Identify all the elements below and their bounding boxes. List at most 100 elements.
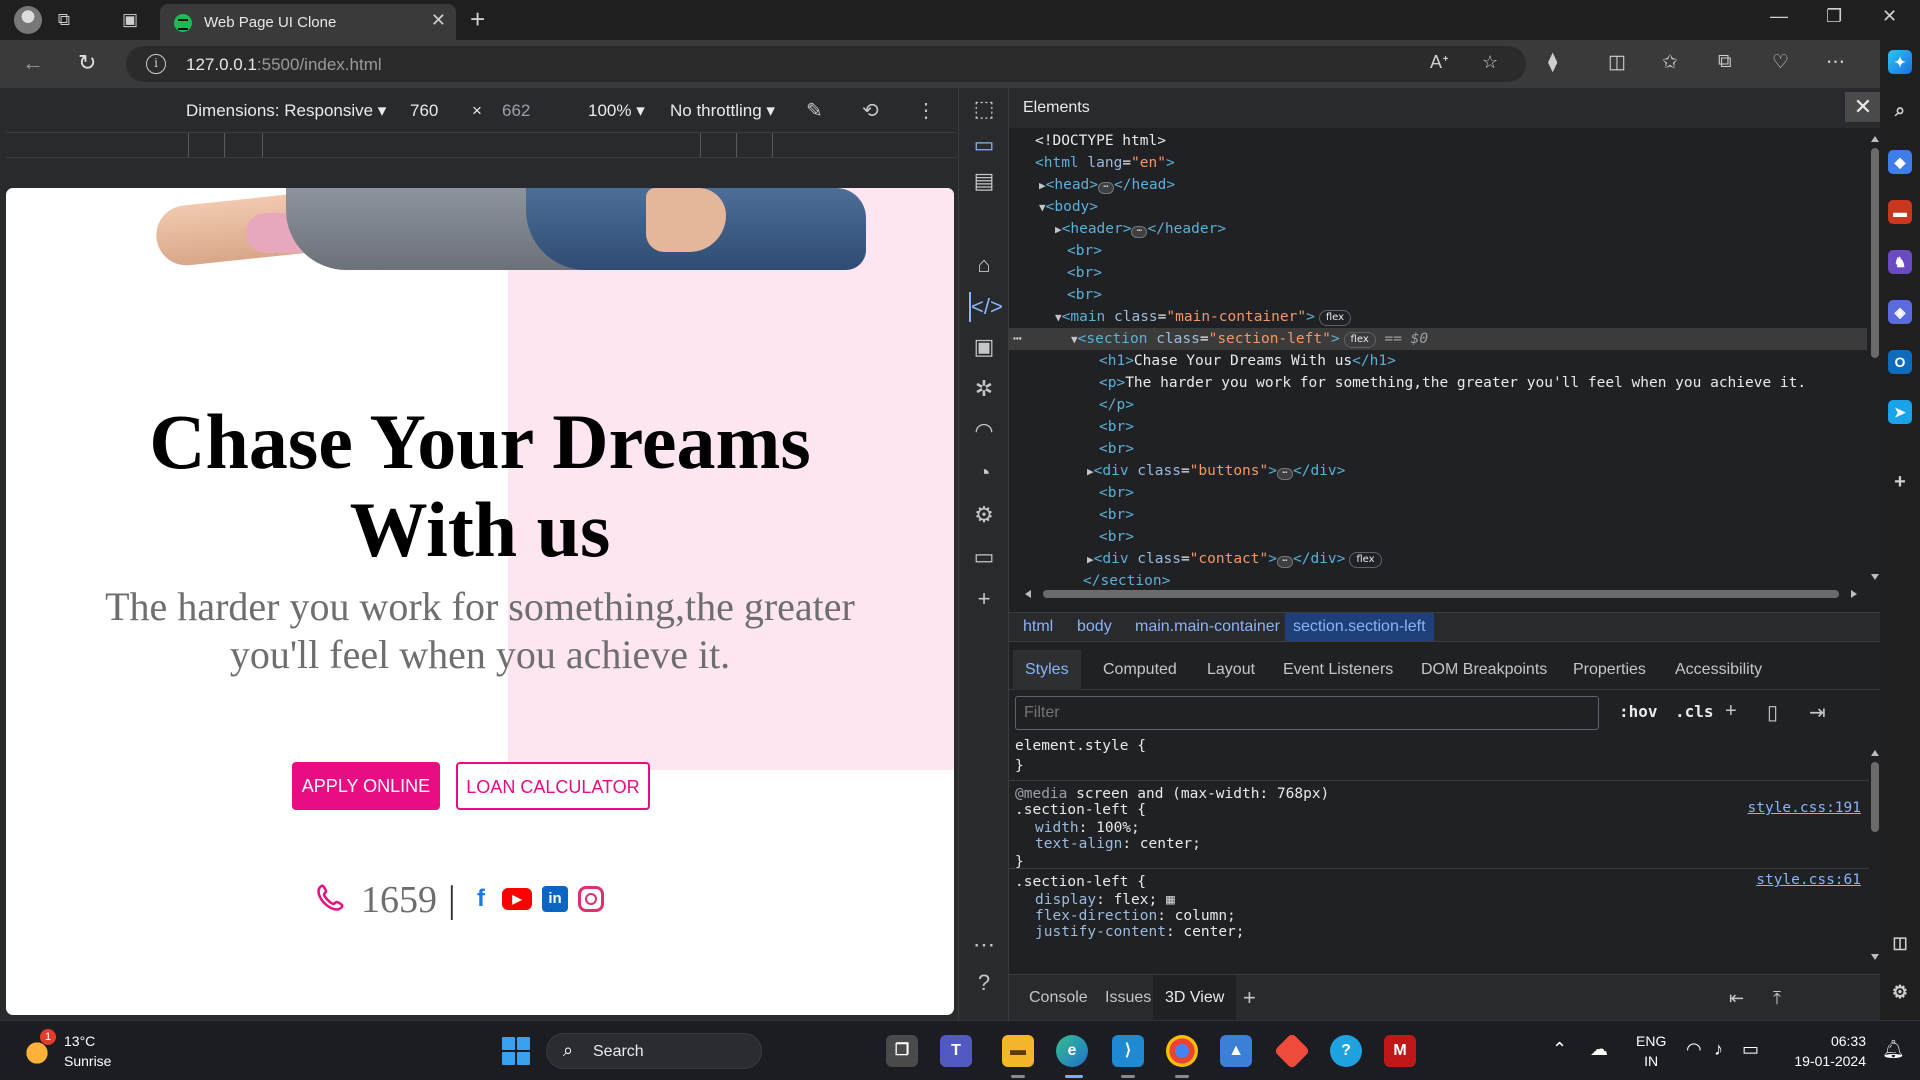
- window-close-button[interactable]: ✕: [1882, 6, 1897, 27]
- zoom-dropdown[interactable]: 100% ▾: [588, 101, 645, 121]
- rotate-icon[interactable]: ⟲: [862, 98, 879, 123]
- battery-icon[interactable]: ▭: [1742, 1039, 1759, 1060]
- chrome-icon[interactable]: [1166, 1035, 1198, 1067]
- dom-line[interactable]: ▶<div class="buttons"> ⋯ </div>: [1087, 460, 1345, 482]
- sources-bug-icon[interactable]: ✲: [969, 374, 999, 404]
- browser-tab-active[interactable]: Web Page UI Clone ✕: [160, 4, 456, 40]
- performance-gauge-icon[interactable]: ◔: [969, 458, 999, 488]
- tab-actions-icon[interactable]: ▣: [118, 8, 142, 32]
- instagram-icon[interactable]: [578, 886, 604, 912]
- dom-line[interactable]: ▼<body>: [1039, 196, 1098, 218]
- network-wifi-icon[interactable]: ◠: [969, 416, 999, 446]
- drawer-add-tab-icon[interactable]: +: [1231, 975, 1268, 1021]
- dom-line[interactable]: </section>: [1083, 570, 1170, 586]
- facebook-icon[interactable]: f: [468, 886, 494, 912]
- tab-dom-breakpoints[interactable]: DOM Breakpoints: [1409, 650, 1559, 690]
- quick-view-icon[interactable]: ⇤: [1717, 975, 1756, 1021]
- toggle-sidebar-icon[interactable]: ⇥: [1809, 700, 1826, 725]
- volume-icon[interactable]: ♪: [1714, 1039, 1723, 1060]
- microsoft365-icon[interactable]: ◈: [1888, 300, 1912, 324]
- wifi-icon[interactable]: ◠: [1686, 1039, 1702, 1060]
- dom-line[interactable]: </p>: [1099, 394, 1134, 416]
- reload-button[interactable]: ↻: [78, 50, 96, 76]
- dom-line[interactable]: <p>The harder you work for something,the…: [1099, 372, 1806, 394]
- phone-icon[interactable]: [316, 882, 346, 912]
- sidebar-settings-icon[interactable]: ⚙: [1888, 980, 1912, 1004]
- tab-event-listeners[interactable]: Event Listeners: [1271, 650, 1405, 690]
- memory-chip-icon[interactable]: ⚙: [969, 500, 999, 530]
- css-selector[interactable]: .section-left {: [1015, 872, 1146, 892]
- throttling-dropdown[interactable]: No throttling ▾: [670, 101, 775, 121]
- tab-layout[interactable]: Layout: [1195, 650, 1267, 690]
- dom-line[interactable]: <br>: [1067, 284, 1102, 306]
- dom-tree[interactable]: <!DOCTYPE html> <html lang="en"> ▶<head>…: [1009, 128, 1867, 586]
- split-screen-icon[interactable]: ◫: [1608, 51, 1626, 74]
- dock-drawer-icon[interactable]: ⤒: [1761, 975, 1793, 1021]
- dom-line[interactable]: ▼<main class="main-container"> flex: [1055, 306, 1352, 328]
- device-more-icon[interactable]: ⋮: [916, 98, 936, 123]
- read-aloud-icon[interactable]: Aᐩ: [1430, 52, 1449, 73]
- css-selector[interactable]: element.style {: [1015, 736, 1146, 756]
- onedrive-icon[interactable]: ☁: [1590, 1039, 1608, 1060]
- hov-toggle[interactable]: :hov: [1619, 702, 1658, 721]
- dom-horizontal-scrollbar[interactable]: [1023, 588, 1859, 600]
- file-explorer-icon[interactable]: ▬: [1002, 1035, 1034, 1067]
- apply-online-button[interactable]: APPLY ONLINE: [292, 762, 440, 810]
- dimensions-dropdown[interactable]: Dimensions: Responsive ▾: [186, 101, 386, 121]
- application-icon[interactable]: ▭: [969, 542, 999, 572]
- collections-icon[interactable]: ⧉: [1718, 51, 1732, 73]
- help-app-icon[interactable]: ?: [1330, 1035, 1362, 1067]
- photos-icon[interactable]: ▲: [1220, 1035, 1252, 1067]
- tab-close-icon[interactable]: ✕: [431, 10, 446, 31]
- youtube-icon[interactable]: ▶: [502, 888, 532, 910]
- crumb-section-selected[interactable]: section.section-left: [1285, 613, 1434, 641]
- crumb-body[interactable]: body: [1069, 613, 1120, 641]
- dom-line[interactable]: ▶<header> ⋯ </header>: [1055, 218, 1226, 240]
- more-tools-add-icon[interactable]: +: [969, 584, 999, 614]
- devtools-close-icon[interactable]: ✕: [1845, 92, 1881, 122]
- taskbar-search[interactable]: ⌕ Search: [546, 1033, 762, 1069]
- copilot-icon[interactable]: ✦: [1888, 50, 1912, 74]
- outlook-icon[interactable]: O: [1888, 350, 1912, 374]
- welcome-home-icon[interactable]: ⌂: [969, 250, 999, 280]
- dom-line[interactable]: <br>: [1067, 240, 1102, 262]
- dom-line[interactable]: <br>: [1099, 438, 1134, 460]
- more-menu-icon[interactable]: ⋯: [1826, 51, 1845, 74]
- drawer-tab-console[interactable]: Console: [1017, 975, 1100, 1021]
- crumb-html[interactable]: html: [1015, 613, 1061, 641]
- help-icon[interactable]: ?: [969, 968, 999, 998]
- eyedropper-icon[interactable]: ✎: [806, 98, 823, 123]
- anydesk-icon[interactable]: [1273, 1032, 1311, 1070]
- tab-properties[interactable]: Properties: [1561, 650, 1658, 690]
- css-declaration[interactable]: justify-content: center;: [1035, 922, 1245, 942]
- sidebar-add-icon[interactable]: +: [1888, 470, 1912, 494]
- linkedin-icon[interactable]: in: [542, 886, 568, 912]
- url-bar[interactable]: i 127.0.0.1:5500/index.html Aᐩ ☆: [126, 46, 1526, 82]
- favorites-icon[interactable]: ✩: [1662, 51, 1678, 74]
- edge-browser-icon[interactable]: e: [1056, 1035, 1088, 1067]
- source-link[interactable]: style.css:191: [1748, 800, 1862, 816]
- css-declaration[interactable]: text-align: center;: [1035, 834, 1201, 854]
- send-icon[interactable]: ➤: [1888, 400, 1912, 424]
- sidebar-search-icon[interactable]: ⌕: [1888, 98, 1912, 122]
- favorite-star-icon[interactable]: ☆: [1482, 52, 1498, 73]
- games-icon[interactable]: ♞: [1888, 250, 1912, 274]
- media-query-ruler[interactable]: [6, 132, 956, 158]
- tab-styles[interactable]: Styles: [1013, 650, 1081, 690]
- dom-line[interactable]: <br>: [1099, 504, 1134, 526]
- extensions-icon[interactable]: ⧫: [1548, 51, 1557, 74]
- dom-line[interactable]: <!DOCTYPE html>: [1035, 130, 1166, 152]
- workspaces-icon[interactable]: ⧉: [52, 8, 76, 32]
- drawer-tab-3d-view[interactable]: 3D View: [1153, 975, 1237, 1021]
- dom-line[interactable]: <br>: [1099, 526, 1134, 548]
- new-style-rule-icon[interactable]: +: [1725, 700, 1737, 723]
- console-tool-icon[interactable]: ▣: [969, 332, 999, 362]
- styles-filter-input[interactable]: [1015, 696, 1599, 730]
- paint-brush-icon[interactable]: ▯: [1767, 700, 1778, 725]
- performance-icon[interactable]: ♡: [1772, 51, 1789, 74]
- maximize-button[interactable]: ❐: [1826, 6, 1842, 27]
- tools-briefcase-icon[interactable]: ▬: [1888, 200, 1912, 224]
- elements-tool-icon[interactable]: </>: [969, 292, 1003, 322]
- dom-line[interactable]: <h1>Chase Your Dreams With us</h1>: [1099, 350, 1396, 372]
- taskbar-clock[interactable]: 06:33 19-01-2024: [1780, 1031, 1866, 1071]
